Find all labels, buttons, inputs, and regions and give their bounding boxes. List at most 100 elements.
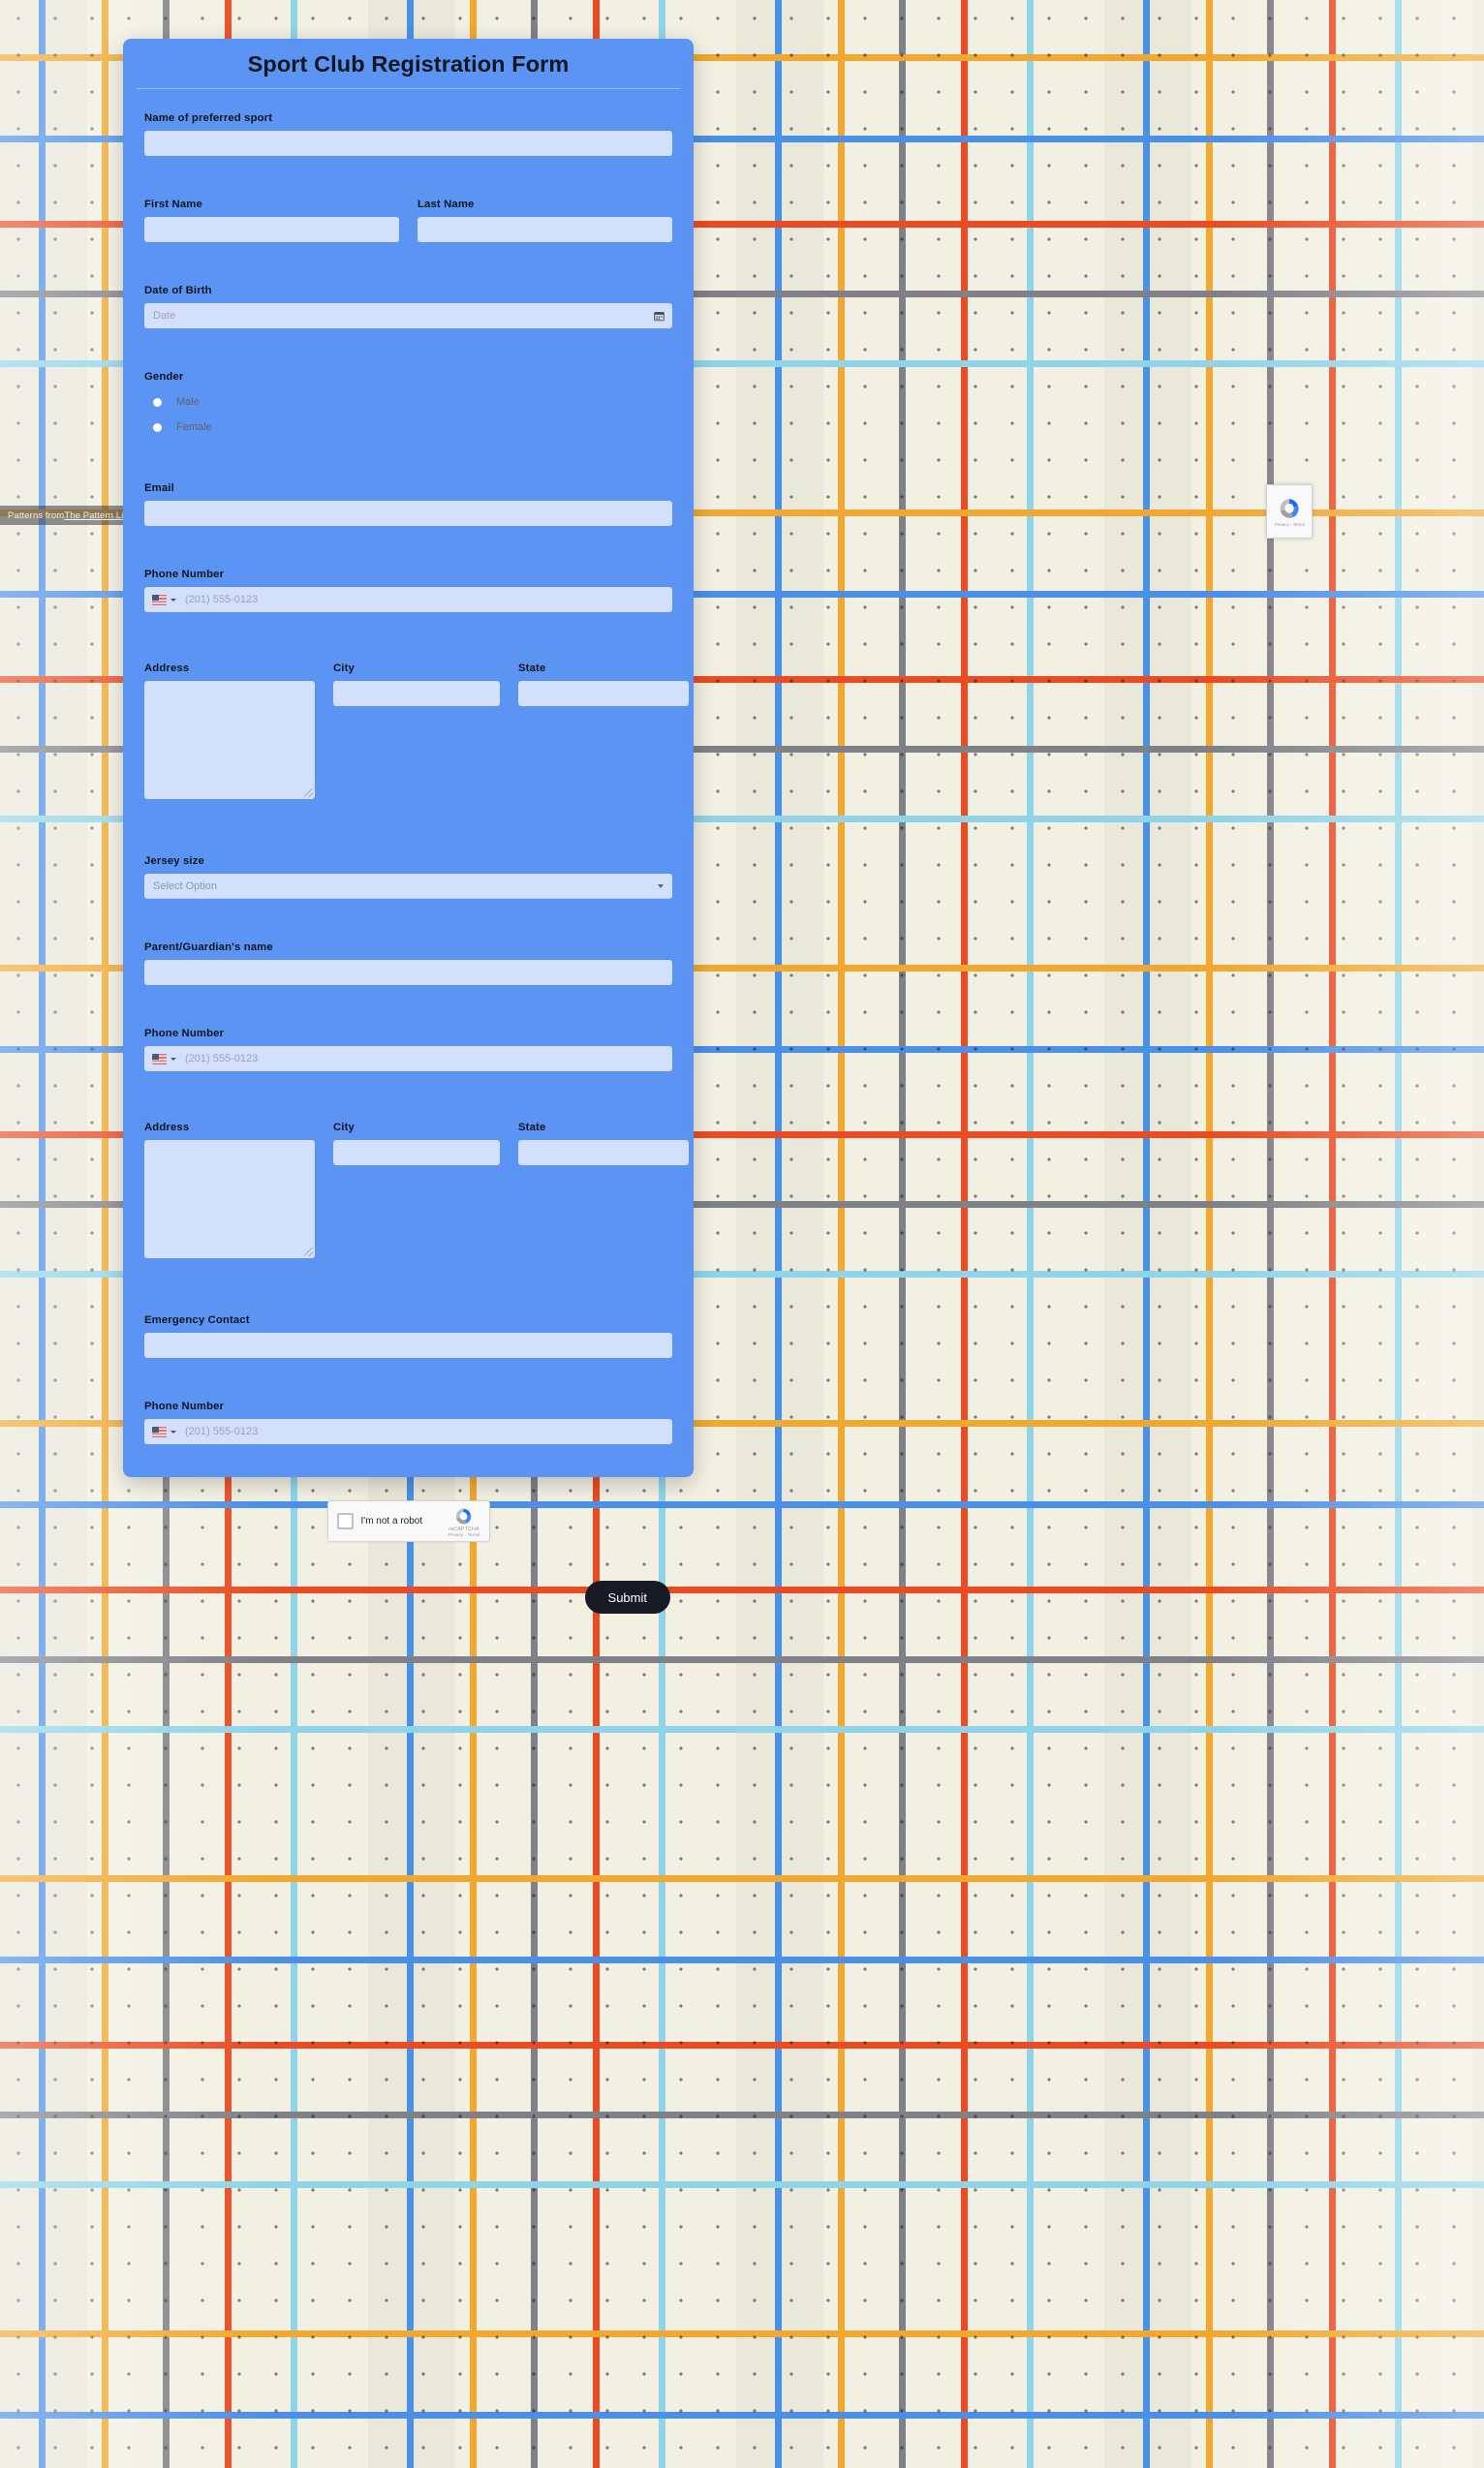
recaptcha-floating-badge[interactable]: Privacy - Terms: [1266, 484, 1313, 539]
label-guardian-address: Address: [144, 1122, 190, 1133]
gender-option-male[interactable]: Male: [153, 389, 672, 415]
resize-handle-icon[interactable]: [304, 788, 313, 797]
guardian-phone-input[interactable]: (201) 555-0123: [144, 1046, 672, 1071]
guardian-name-input[interactable]: [144, 960, 672, 985]
recaptcha-label: I'm not a robot: [360, 1516, 423, 1527]
chevron-down-icon[interactable]: [170, 1057, 176, 1061]
date-of-birth-wrapper: [144, 303, 672, 328]
credit-prefix: Patterns from: [8, 509, 65, 521]
field-gender: Gender Male Female: [134, 371, 683, 440]
us-flag-icon[interactable]: [152, 1053, 167, 1064]
field-guardian-city: City: [333, 1122, 500, 1165]
field-guardian-phone: Phone Number (201) 555-0123: [134, 1028, 683, 1071]
gender-option-female[interactable]: Female: [153, 415, 672, 440]
first-name-input[interactable]: [144, 217, 399, 242]
guardian-address-row: Address City State: [134, 1122, 689, 1258]
jersey-size-select[interactable]: Select Option: [144, 874, 672, 899]
field-guardian-address: Address: [144, 1122, 315, 1258]
address-textarea[interactable]: [144, 681, 315, 799]
label-preferred-sport: Name of preferred sport: [144, 112, 273, 124]
address-row: Address City State: [134, 663, 689, 799]
field-date-of-birth: Date of Birth: [134, 285, 683, 328]
field-emergency-contact: Emergency Contact: [134, 1314, 683, 1358]
guardian-phone-placeholder: (201) 555-0123: [185, 1053, 259, 1064]
label-city: City: [333, 663, 355, 674]
field-state: State: [518, 663, 689, 706]
state-input[interactable]: [518, 681, 689, 706]
city-input[interactable]: [333, 681, 500, 706]
submit-row: Submit: [134, 1581, 683, 1614]
label-gender: Gender: [144, 371, 184, 383]
chevron-down-icon[interactable]: [170, 598, 176, 602]
recaptcha-widget[interactable]: I'm not a robot reCAPTCHA Privacy - Term…: [326, 1500, 490, 1542]
guardian-state-input[interactable]: [518, 1140, 689, 1165]
field-guardian-name: Parent/Guardian's name: [134, 941, 683, 985]
recaptcha-terms: Privacy - Terms: [448, 1531, 480, 1537]
date-of-birth-input[interactable]: [144, 303, 672, 328]
field-jersey-size: Jersey size Select Option: [134, 855, 683, 899]
gender-label-male: Male: [176, 396, 200, 408]
field-preferred-sport: Name of preferred sport: [134, 112, 683, 156]
label-phone-number: Phone Number: [144, 569, 225, 580]
label-guardian-state: State: [518, 1122, 546, 1133]
label-address: Address: [144, 663, 190, 674]
phone-number-placeholder: (201) 555-0123: [185, 594, 259, 605]
us-flag-icon[interactable]: [152, 1426, 167, 1437]
chevron-down-icon[interactable]: [170, 1430, 176, 1434]
recaptcha-icon: [456, 1508, 472, 1524]
recaptcha-icon: [1280, 498, 1299, 518]
label-last-name: Last Name: [417, 199, 475, 210]
field-phone-number: Phone Number (201) 555-0123: [134, 569, 683, 612]
name-row: First Name Last Name: [134, 199, 683, 242]
field-email: Email: [134, 482, 683, 526]
label-email: Email: [144, 482, 174, 494]
radio-icon-male[interactable]: [153, 397, 162, 407]
field-city: City: [333, 663, 500, 706]
recaptcha-badge-terms: Privacy - Terms: [1274, 521, 1305, 528]
captcha-row: I'm not a robot reCAPTCHA Privacy - Term…: [134, 1444, 683, 1542]
guardian-city-input[interactable]: [333, 1140, 500, 1165]
jersey-size-value: Select Option: [153, 879, 218, 892]
emergency-phone-placeholder: (201) 555-0123: [185, 1426, 259, 1437]
field-first-name: First Name: [144, 199, 399, 242]
emergency-contact-input[interactable]: [144, 1333, 672, 1358]
page-title: Sport Club Registration Form: [247, 51, 570, 77]
label-first-name: First Name: [144, 199, 202, 210]
registration-form-card: Sport Club Registration Form Name of pre…: [123, 39, 694, 1614]
field-address: Address: [144, 663, 315, 799]
label-guardian-city: City: [333, 1122, 355, 1133]
label-emergency-phone: Phone Number: [144, 1401, 225, 1412]
email-input[interactable]: [144, 501, 672, 526]
resize-handle-icon[interactable]: [304, 1248, 313, 1256]
field-guardian-state: State: [518, 1122, 689, 1165]
label-emergency-contact: Emergency Contact: [144, 1314, 250, 1326]
phone-number-input[interactable]: (201) 555-0123: [144, 587, 672, 612]
last-name-input[interactable]: [417, 217, 672, 242]
recaptcha-checkbox[interactable]: [336, 1513, 354, 1529]
emergency-phone-input[interactable]: (201) 555-0123: [144, 1419, 672, 1444]
label-guardian-phone: Phone Number: [144, 1028, 225, 1039]
label-guardian-name: Parent/Guardian's name: [144, 941, 273, 953]
radio-icon-female[interactable]: [153, 422, 162, 432]
label-state: State: [518, 663, 546, 674]
submit-button[interactable]: Submit: [584, 1581, 670, 1614]
guardian-address-textarea[interactable]: [144, 1140, 315, 1258]
preferred-sport-input[interactable]: [144, 131, 672, 156]
field-last-name: Last Name: [417, 199, 672, 242]
gender-label-female: Female: [176, 421, 212, 433]
field-emergency-phone: Phone Number (201) 555-0123: [134, 1401, 683, 1444]
us-flag-icon[interactable]: [152, 594, 167, 605]
title-divider: [137, 88, 680, 89]
chevron-down-icon[interactable]: [658, 883, 664, 888]
